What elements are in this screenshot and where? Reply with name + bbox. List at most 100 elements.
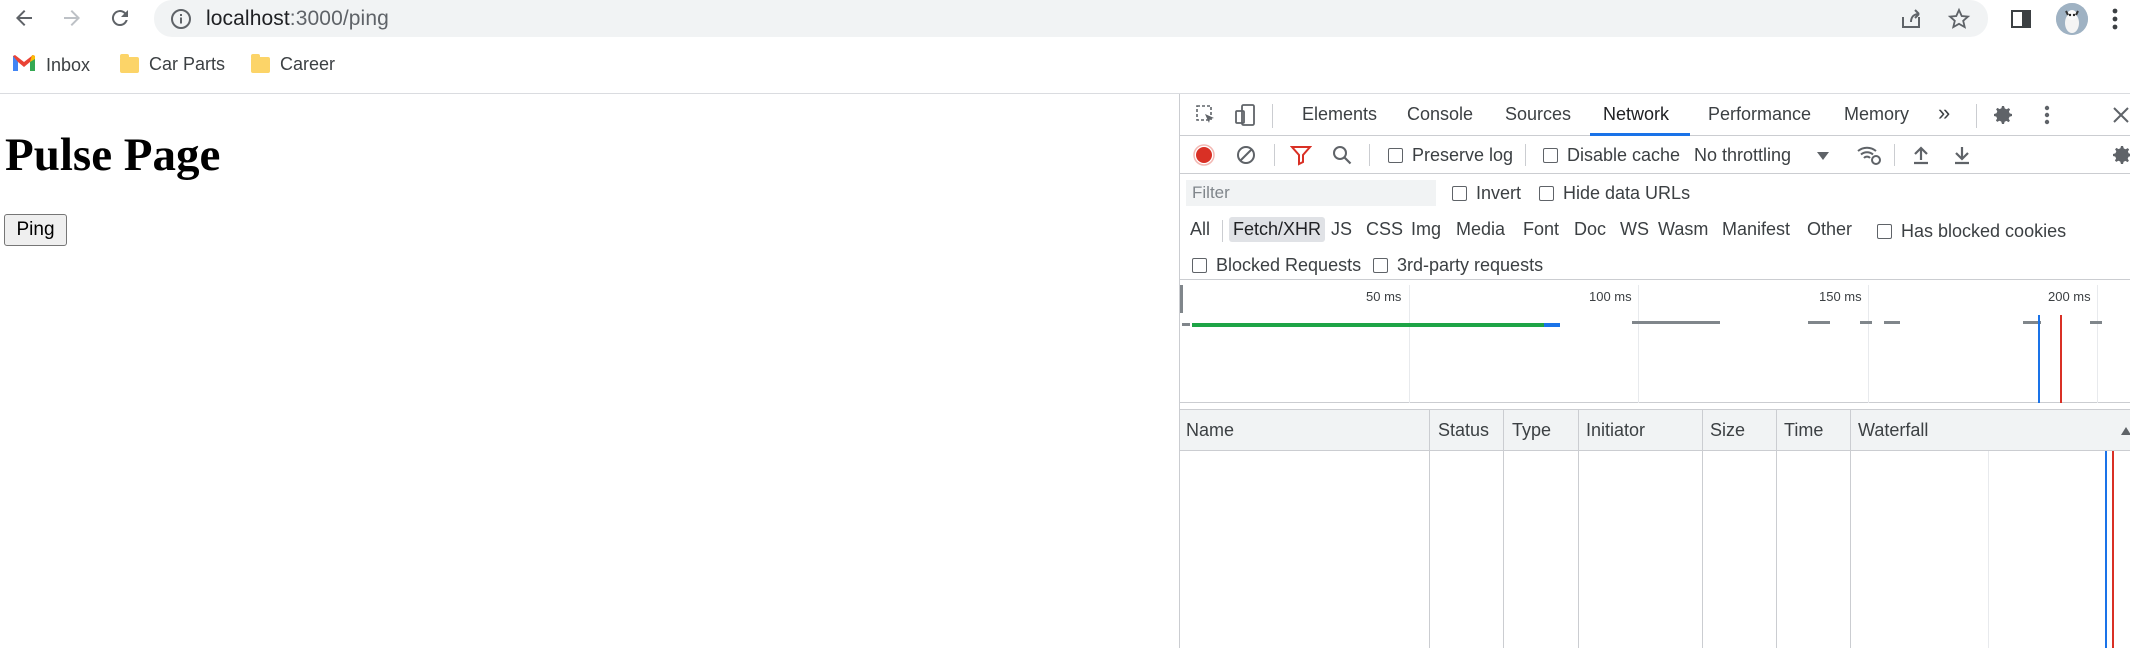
type-filter-manifest[interactable]: Manifest <box>1718 217 1794 242</box>
site-info-icon[interactable] <box>170 8 192 35</box>
tab-console[interactable]: Console <box>1407 104 1473 125</box>
ping-button[interactable]: Ping <box>4 214 67 246</box>
request-bar-gray <box>1884 321 1900 324</box>
url-host: localhost <box>206 7 290 30</box>
url-text: localhost:3000/ping <box>206 7 389 31</box>
devtools-tab-bar: Elements Console Sources Network Perform… <box>1180 94 2130 136</box>
preserve-log-label: Preserve log <box>1412 145 1514 165</box>
bookmark-career[interactable]: Career <box>251 53 336 75</box>
invert-checkbox[interactable]: Invert <box>1452 183 1521 204</box>
column-divider <box>1776 410 1777 452</box>
column-header-size[interactable]: Size <box>1710 420 1745 441</box>
type-filter-js[interactable]: JS <box>1327 217 1356 242</box>
filter-input[interactable] <box>1186 180 1436 206</box>
has-blocked-cookies-checkbox[interactable]: Has blocked cookies <box>1877 221 2066 242</box>
network-settings-gear-icon[interactable] <box>2108 141 2130 169</box>
toolbar-divider <box>1369 144 1370 166</box>
type-filter-wasm[interactable]: Wasm <box>1654 217 1712 242</box>
type-filter-img[interactable]: Img <box>1407 217 1445 242</box>
device-toolbar-icon[interactable] <box>1231 101 1259 129</box>
page-viewport: Pulse Page Ping <box>0 94 1179 648</box>
column-divider <box>1578 410 1579 452</box>
share-icon[interactable] <box>1898 6 1924 32</box>
type-filter-all[interactable]: All <box>1186 217 1214 242</box>
type-filter-other[interactable]: Other <box>1803 217 1856 242</box>
tab-performance[interactable]: Performance <box>1708 104 1811 125</box>
tab-sources[interactable]: Sources <box>1505 104 1571 125</box>
url-path: :3000/ping <box>289 7 389 30</box>
toolbar-divider <box>1274 144 1275 166</box>
type-filter-ws[interactable]: WS <box>1616 217 1653 242</box>
back-arrow-icon[interactable] <box>8 2 40 34</box>
type-filter-media[interactable]: Media <box>1452 217 1509 242</box>
clear-log-icon[interactable] <box>1232 141 1260 169</box>
checkbox-box[interactable] <box>1543 148 1558 163</box>
column-header-name[interactable]: Name <box>1186 420 1234 441</box>
settings-gear-icon[interactable] <box>1989 101 2017 129</box>
throttling-select[interactable]: No throttling <box>1694 145 1830 166</box>
checkbox-box[interactable] <box>1539 186 1554 201</box>
tab-network[interactable]: Network <box>1603 104 1669 125</box>
request-bar-blue <box>1544 323 1560 327</box>
disable-cache-checkbox[interactable]: Disable cache <box>1543 145 1680 166</box>
gmail-icon <box>12 54 36 77</box>
type-filter-font[interactable]: Font <box>1519 217 1563 242</box>
request-table-header: Name Status Type Initiator Size Time Wat… <box>1180 409 2130 452</box>
request-bar-gray <box>1632 321 1650 324</box>
column-divider <box>1850 410 1851 452</box>
blocked-requests-checkbox[interactable]: Blocked Requests <box>1192 255 1361 276</box>
checkbox-box[interactable] <box>1388 148 1403 163</box>
inspect-element-icon[interactable] <box>1192 101 1220 129</box>
side-panel-icon[interactable] <box>2006 4 2036 34</box>
column-header-initiator[interactable]: Initiator <box>1586 420 1645 441</box>
page-title: Pulse Page <box>5 129 221 181</box>
column-divider <box>1578 451 1579 648</box>
import-har-icon[interactable] <box>1907 141 1935 169</box>
preserve-log-checkbox[interactable]: Preserve log <box>1388 145 1513 166</box>
column-header-type[interactable]: Type <box>1512 420 1551 441</box>
devtools-menu-icon[interactable] <box>2033 101 2061 129</box>
has-blocked-cookies-label: Has blocked cookies <box>1901 221 2067 241</box>
hide-data-urls-checkbox[interactable]: Hide data URLs <box>1539 183 1690 204</box>
type-filter-css[interactable]: CSS <box>1362 217 1407 242</box>
bookmark-inbox[interactable]: Inbox <box>12 54 90 77</box>
chrome-menu-icon[interactable] <box>2100 4 2130 34</box>
third-party-checkbox[interactable]: 3rd-party requests <box>1373 255 1543 276</box>
bookmark-label: Inbox <box>46 55 91 75</box>
network-controls: Preserve log Disable cache No throttling <box>1180 136 2130 174</box>
forward-arrow-icon[interactable] <box>56 2 88 34</box>
request-bar-gray <box>1650 321 1720 324</box>
checkbox-box[interactable] <box>1192 258 1207 273</box>
bookmark-car-parts[interactable]: Car Parts <box>120 53 225 75</box>
network-conditions-icon[interactable] <box>1855 141 1883 169</box>
tab-memory[interactable]: Memory <box>1844 104 1909 125</box>
request-table-body <box>1180 451 2130 648</box>
column-header-time[interactable]: Time <box>1784 420 1823 441</box>
close-devtools-icon[interactable] <box>2107 101 2130 129</box>
network-overview-timeline[interactable]: 50 ms 100 ms 150 ms 200 ms <box>1180 285 2130 403</box>
column-header-waterfall[interactable]: Waterfall <box>1858 420 1928 441</box>
devtools-panel: Elements Console Sources Network Perform… <box>1179 94 2130 648</box>
address-bar[interactable]: localhost:3000/ping <box>154 0 1988 37</box>
column-divider <box>1503 410 1504 452</box>
bookmark-label: Career <box>280 54 336 74</box>
record-icon[interactable] <box>1190 141 1218 169</box>
search-icon[interactable] <box>1328 141 1356 169</box>
bookmark-star-icon[interactable] <box>1946 6 1972 32</box>
profile-avatar[interactable] <box>2056 3 2088 35</box>
checkbox-box[interactable] <box>1373 258 1388 273</box>
type-filter-doc[interactable]: Doc <box>1570 217 1610 242</box>
toolbar-divider <box>1976 104 1977 128</box>
dom-content-loaded-line <box>2105 451 2107 648</box>
type-filter-fetch-xhr[interactable]: Fetch/XHR <box>1229 217 1326 242</box>
export-har-icon[interactable] <box>1948 141 1976 169</box>
toolbar-divider <box>1525 144 1526 166</box>
reload-icon[interactable] <box>104 2 136 34</box>
column-header-status[interactable]: Status <box>1438 420 1489 441</box>
filter-funnel-icon[interactable] <box>1287 141 1315 169</box>
checkbox-box[interactable] <box>1452 186 1467 201</box>
request-bar-gray <box>1860 321 1872 324</box>
tab-elements[interactable]: Elements <box>1302 104 1377 125</box>
checkbox-box[interactable] <box>1877 224 1892 239</box>
more-tabs-chevron-icon[interactable]: » <box>1938 100 1950 126</box>
